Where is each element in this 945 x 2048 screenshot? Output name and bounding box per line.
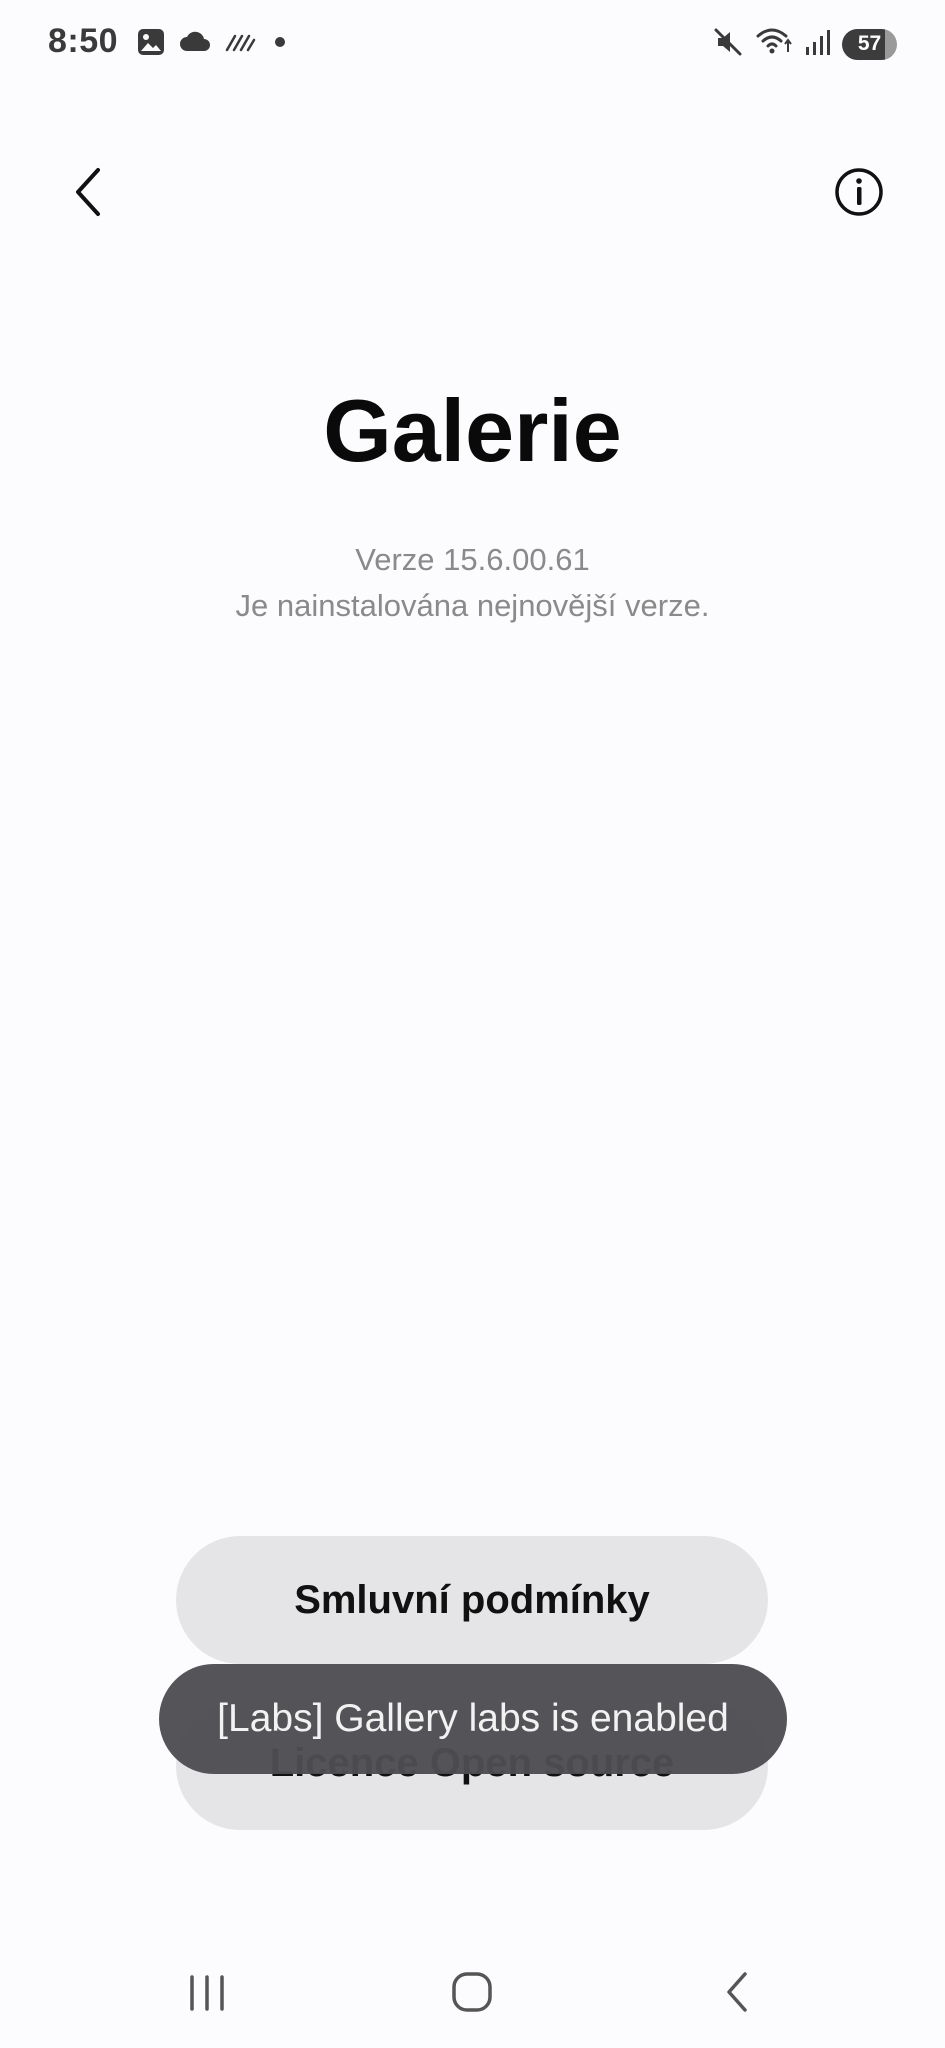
- status-time: 8:50: [48, 22, 119, 60]
- app-title: Galerie: [323, 381, 622, 480]
- about-screen: 8:50 57 Galerie Verze 15.6.00.61 Je nain…: [0, 0, 945, 2048]
- back-icon: [727, 1972, 747, 2012]
- version-text: Verze 15.6.00.61: [355, 542, 590, 577]
- wifi-icon: [754, 26, 794, 63]
- mute-icon: [712, 26, 744, 63]
- nav-back-button[interactable]: [712, 1966, 762, 2018]
- toast-message: [Labs] Gallery labs is enabled: [159, 1664, 787, 1774]
- status-left-icons: [136, 28, 292, 60]
- home-icon: [452, 1972, 492, 2012]
- cloud-icon: [178, 29, 212, 60]
- home-button[interactable]: [446, 1966, 498, 2018]
- status-right-icons: 57: [712, 26, 897, 62]
- battery-icon: 57: [842, 28, 897, 60]
- dot-icon: [268, 30, 292, 59]
- sync-stripes-icon: [224, 30, 256, 59]
- update-status-text: Je nainstalována nejnovější verze.: [235, 588, 710, 623]
- chevron-left-icon: [76, 168, 100, 216]
- recents-button[interactable]: [182, 1968, 232, 2018]
- terms-button[interactable]: Smluvní podmínky: [176, 1536, 768, 1664]
- image-icon: [136, 27, 166, 62]
- info-button[interactable]: [829, 162, 889, 222]
- back-button[interactable]: [58, 162, 118, 222]
- recents-icon: [190, 1975, 224, 2011]
- signal-icon: [804, 27, 832, 62]
- status-bar: 8:50 57: [0, 0, 945, 90]
- info-circle-icon: [835, 168, 883, 216]
